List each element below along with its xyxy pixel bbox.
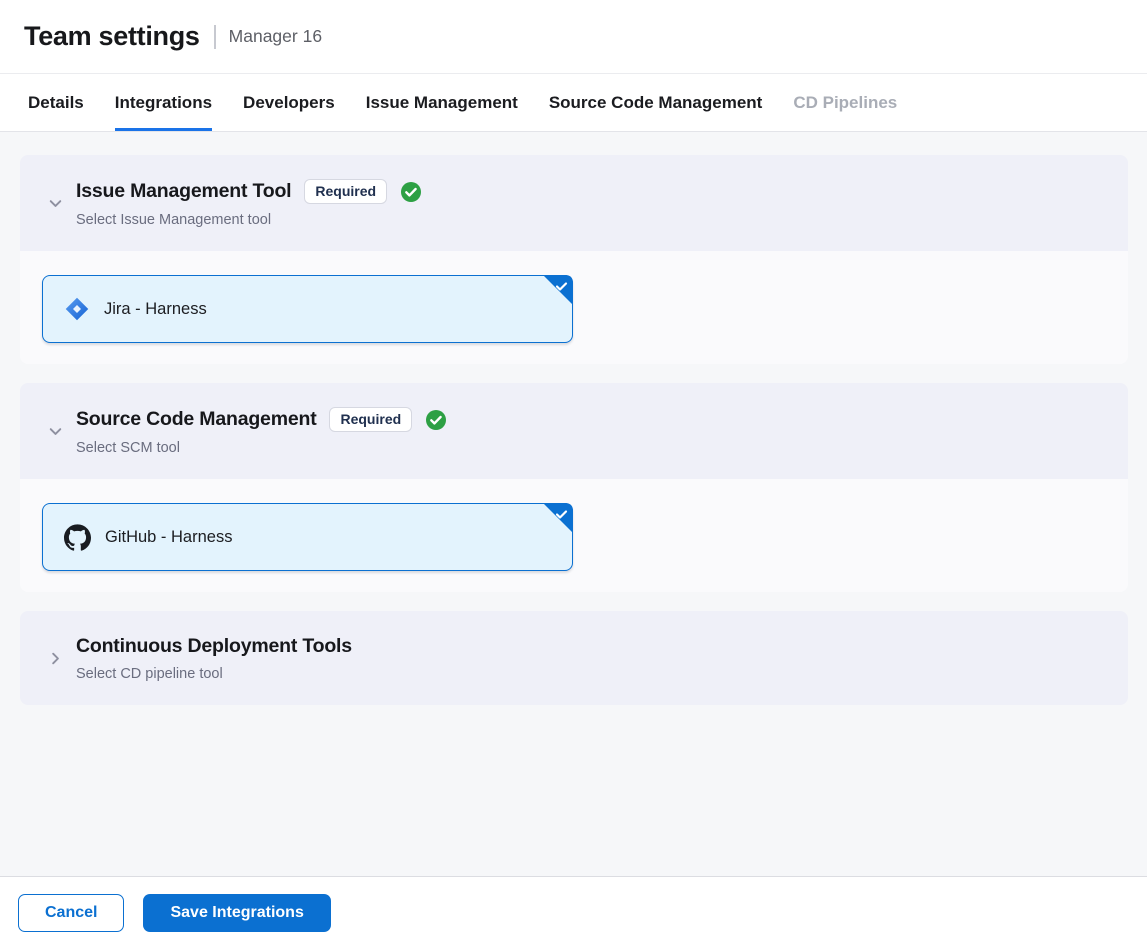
section-title: Continuous Deployment Tools [76,635,352,658]
section-continuous-deployment-tools: Continuous Deployment Tools Select CD pi… [20,611,1128,705]
tab-bar: Details Integrations Developers Issue Ma… [0,74,1147,132]
tab-developers[interactable]: Developers [243,74,335,131]
section-header-issue-management: Issue Management Tool Required Select Is… [20,155,1128,251]
page-header: Team settings Manager 16 [0,0,1147,74]
section-subtitle: Select SCM tool [76,440,447,456]
section-issue-management-tool: Issue Management Tool Required Select Is… [20,155,1128,364]
chevron-right-icon [47,650,64,667]
chevron-down-icon [47,423,64,440]
footer-action-bar: Cancel Save Integrations [0,876,1147,952]
check-circle-icon [425,409,447,431]
collapse-section-button[interactable] [44,193,66,215]
section-title: Source Code Management [76,408,316,431]
required-badge: Required [304,179,387,204]
tool-name: Jira - Harness [104,300,207,319]
tab-details[interactable]: Details [28,74,84,131]
required-badge: Required [329,407,412,432]
section-body-scm: GitHub - Harness [20,479,1128,592]
github-icon [64,524,91,551]
save-integrations-button[interactable]: Save Integrations [143,894,330,932]
tool-card-jira-harness[interactable]: Jira - Harness [42,275,573,343]
page-subtitle: Manager 16 [229,26,322,47]
section-header-cd-tools: Continuous Deployment Tools Select CD pi… [20,611,1128,705]
tool-name: GitHub - Harness [105,528,232,547]
selected-check-icon [554,279,569,294]
section-body-issue-management: Jira - Harness [20,251,1128,364]
section-subtitle: Select CD pipeline tool [76,666,352,682]
check-circle-icon [400,181,422,203]
tab-issue-management[interactable]: Issue Management [366,74,518,131]
expand-section-button[interactable] [44,648,66,670]
collapse-section-button[interactable] [44,421,66,443]
tab-source-code-management[interactable]: Source Code Management [549,74,763,131]
section-header-scm: Source Code Management Required Select S… [20,383,1128,479]
cancel-button[interactable]: Cancel [18,894,124,932]
tab-integrations[interactable]: Integrations [115,74,212,131]
integrations-panel: Issue Management Tool Required Select Is… [0,132,1147,876]
page-title: Team settings [24,21,200,52]
section-subtitle: Select Issue Management tool [76,212,422,228]
jira-icon [64,296,90,322]
chevron-down-icon [47,195,64,212]
tab-cd-pipelines: CD Pipelines [793,74,897,131]
section-title: Issue Management Tool [76,180,291,203]
section-source-code-management: Source Code Management Required Select S… [20,383,1128,592]
tool-card-github-harness[interactable]: GitHub - Harness [42,503,573,571]
title-divider [214,25,216,49]
selected-check-icon [554,507,569,522]
team-settings-page: Team settings Manager 16 Details Integra… [0,0,1147,952]
